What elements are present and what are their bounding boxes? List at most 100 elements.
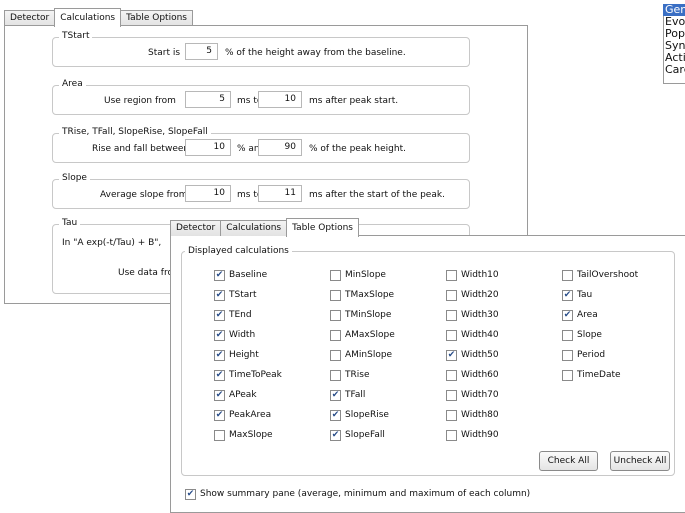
checkbox-tailovershoot[interactable]: TailOvershoot xyxy=(562,269,638,281)
checkbox-box[interactable] xyxy=(562,269,573,281)
check-all-button[interactable]: Check All xyxy=(539,451,598,471)
area-group-title: Area xyxy=(59,79,86,89)
checkbox-box[interactable] xyxy=(446,369,457,381)
slope-start-input[interactable]: 10 xyxy=(185,185,231,202)
tab-table-options[interactable]: Table Options xyxy=(120,10,193,26)
checkbox-box[interactable] xyxy=(562,349,573,361)
tstart-percent-input[interactable]: 5 xyxy=(185,43,218,60)
side-list-item[interactable]: Evo xyxy=(663,16,685,28)
checkbox-tstart[interactable]: ✔ TStart xyxy=(214,289,256,301)
checkbox-tend[interactable]: ✔ TEnd xyxy=(214,309,252,321)
checkbox-box[interactable]: ✔ xyxy=(214,309,225,321)
checkbox-box[interactable] xyxy=(562,329,573,341)
trise-suffix-label: % of the peak height. xyxy=(309,144,406,154)
area-start-input[interactable]: 5 xyxy=(185,91,231,108)
side-list-item[interactable]: Gen xyxy=(663,4,685,16)
checkbox-label: TFall xyxy=(345,390,366,400)
checkbox-box[interactable]: ✔ xyxy=(562,309,573,321)
checkbox-box[interactable]: ✔ xyxy=(214,269,225,281)
checkbox-width70[interactable]: Width70 xyxy=(446,389,499,401)
tab-detector[interactable]: Detector xyxy=(170,220,222,236)
checkbox-box[interactable]: ✔ xyxy=(330,429,341,441)
side-list-item[interactable]: Syn xyxy=(663,40,685,52)
checkbox-period[interactable]: Period xyxy=(562,349,605,361)
checkbox-sloperise[interactable]: ✔ SlopeRise xyxy=(330,409,389,421)
checkbox-box[interactable]: ✔ xyxy=(330,389,341,401)
checkbox-label: Tau xyxy=(577,290,593,300)
checkbox-area[interactable]: ✔ Area xyxy=(562,309,598,321)
checkbox-box[interactable] xyxy=(330,269,341,281)
checkbox-box[interactable] xyxy=(446,329,457,341)
checkbox-box[interactable]: ✔ xyxy=(330,409,341,421)
checkbox-maxslope[interactable]: MaxSlope xyxy=(214,429,273,441)
checkbox-width60[interactable]: Width60 xyxy=(446,369,499,381)
checkbox-box[interactable] xyxy=(214,429,225,441)
checkbox-slopefall[interactable]: ✔ SlopeFall xyxy=(330,429,385,441)
checkbox-label: TRise xyxy=(345,370,370,380)
uncheck-all-button[interactable]: Uncheck All xyxy=(610,451,670,471)
slope-end-input[interactable]: 11 xyxy=(258,185,302,202)
checkbox-box[interactable] xyxy=(330,309,341,321)
checkbox-box[interactable]: ✔ xyxy=(214,349,225,361)
checkbox-width80[interactable]: Width80 xyxy=(446,409,499,421)
checkbox-width10[interactable]: Width10 xyxy=(446,269,499,281)
checkbox-width20[interactable]: Width20 xyxy=(446,289,499,301)
displayed-calculations-title: Displayed calculations xyxy=(185,246,292,256)
checkbox-box[interactable]: ✔ xyxy=(214,289,225,301)
checkbox-amaxslope[interactable]: AMaxSlope xyxy=(330,329,395,341)
side-list-item[interactable]: Pop xyxy=(663,28,685,40)
area-suffix-label: ms after peak start. xyxy=(309,96,399,106)
tab-table-options[interactable]: Table Options xyxy=(286,218,359,237)
checkbox-box[interactable] xyxy=(330,329,341,341)
rise-fall-low-input[interactable]: 10 xyxy=(185,139,231,156)
checkbox-box[interactable]: ✔ xyxy=(214,389,225,401)
checkbox-width40[interactable]: Width40 xyxy=(446,329,499,341)
checkbox-trise[interactable]: TRise xyxy=(330,369,369,381)
tstart-prefix-label: Start is xyxy=(148,48,181,58)
side-list-item[interactable]: Acti xyxy=(663,52,685,64)
checkbox-label: Slope xyxy=(577,330,602,340)
checkbox-box[interactable] xyxy=(446,389,457,401)
checkbox-tmaxslope[interactable]: TMaxSlope xyxy=(330,289,394,301)
checkbox-width90[interactable]: Width90 xyxy=(446,429,499,441)
checkbox-tau[interactable]: ✔ Tau xyxy=(562,289,592,301)
checkbox-box[interactable] xyxy=(330,369,341,381)
tab-detector[interactable]: Detector xyxy=(4,10,56,26)
side-list-item[interactable]: Carc xyxy=(663,64,685,76)
checkbox-box[interactable]: ✔ xyxy=(562,289,573,301)
checkbox-box[interactable]: ✔ xyxy=(185,488,196,500)
checkbox-box[interactable] xyxy=(330,289,341,301)
checkbox-box[interactable] xyxy=(446,269,457,281)
checkbox-box[interactable] xyxy=(330,349,341,361)
checkbox-width[interactable]: ✔ Width xyxy=(214,329,255,341)
checkbox-aminslope[interactable]: AMinSlope xyxy=(330,349,392,361)
checkbox-width30[interactable]: Width30 xyxy=(446,309,499,321)
checkbox-box[interactable] xyxy=(446,409,457,421)
area-end-input[interactable]: 10 xyxy=(258,91,302,108)
checkbox-baseline[interactable]: ✔ Baseline xyxy=(214,269,267,281)
checkbox-box[interactable]: ✔ xyxy=(214,369,225,381)
tab-calculations[interactable]: Calculations xyxy=(220,220,288,236)
checkbox-slope[interactable]: Slope xyxy=(562,329,602,341)
checkbox-box[interactable]: ✔ xyxy=(214,329,225,341)
checkbox-height[interactable]: ✔ Height xyxy=(214,349,259,361)
checkbox-box[interactable] xyxy=(562,369,573,381)
checkbox-tminslope[interactable]: TMinSlope xyxy=(330,309,391,321)
checkbox-box[interactable]: ✔ xyxy=(446,349,457,361)
rise-fall-high-input[interactable]: 90 xyxy=(258,139,302,156)
tab-calculations[interactable]: Calculations xyxy=(54,8,122,27)
checkbox-timetopeak[interactable]: ✔ TimeToPeak xyxy=(214,369,282,381)
trise-prefix-label: Rise and fall between xyxy=(92,144,190,154)
checkbox-width50[interactable]: ✔ Width50 xyxy=(446,349,499,361)
checkbox-label: Area xyxy=(577,310,598,320)
checkbox-box[interactable] xyxy=(446,309,457,321)
checkbox-box[interactable] xyxy=(446,429,457,441)
show-summary-checkbox[interactable]: ✔ Show summary pane (average, minimum an… xyxy=(185,488,530,500)
checkbox-box[interactable] xyxy=(446,289,457,301)
checkbox-minslope[interactable]: MinSlope xyxy=(330,269,386,281)
checkbox-timedate[interactable]: TimeDate xyxy=(562,369,621,381)
checkbox-tfall[interactable]: ✔ TFall xyxy=(330,389,365,401)
checkbox-box[interactable]: ✔ xyxy=(214,409,225,421)
checkbox-apeak[interactable]: ✔ APeak xyxy=(214,389,257,401)
checkbox-peakarea[interactable]: ✔ PeakArea xyxy=(214,409,271,421)
